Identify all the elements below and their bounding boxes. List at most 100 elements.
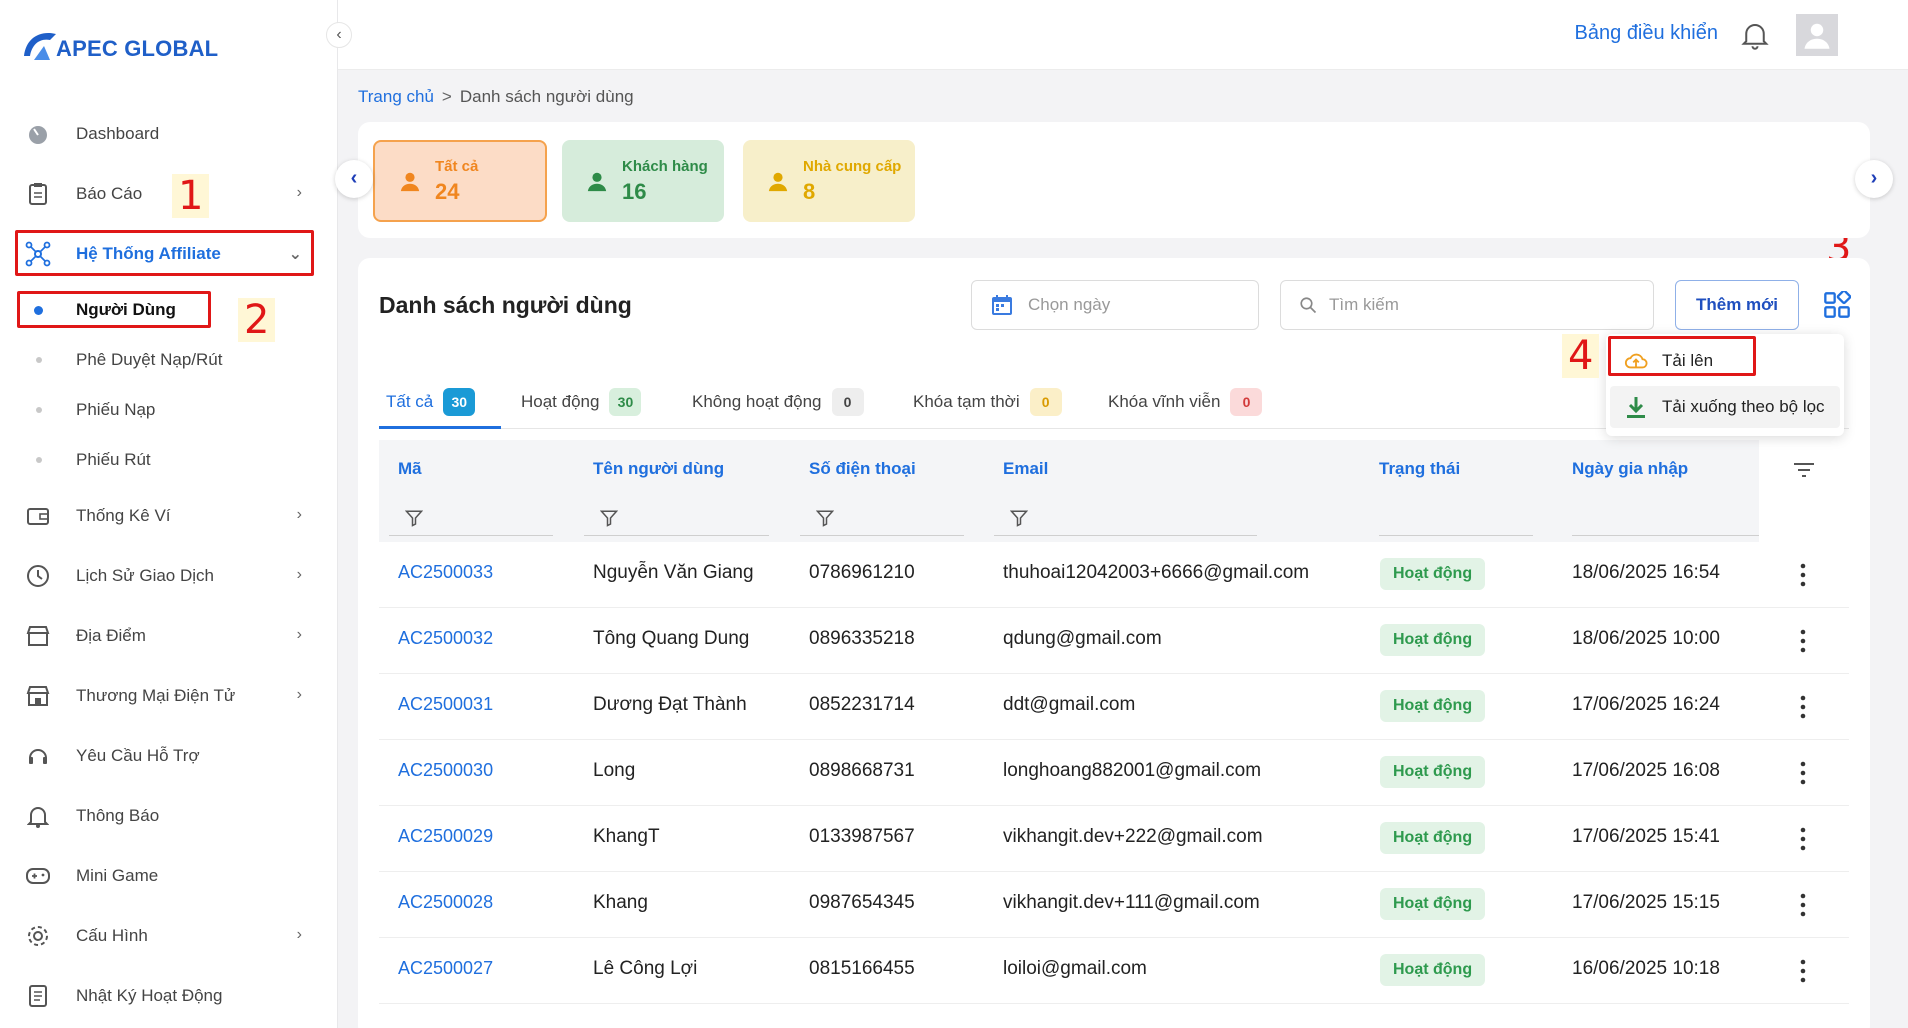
collapse-sidebar-button[interactable]: ‹ — [326, 22, 352, 48]
tab-label: Khóa vĩnh viễn — [1108, 392, 1221, 411]
cell-code[interactable]: AC2500031 — [398, 694, 493, 715]
download-filtered-menu-item[interactable]: Tải xuống theo bộ lọc — [1610, 386, 1840, 428]
summary-card-all[interactable]: Tất cả 24 — [373, 140, 547, 222]
cell-code[interactable]: AC2500029 — [398, 826, 493, 847]
sidebar-item-lich-su-giao-dich[interactable]: Lịch Sử Giao Dịch › — [16, 554, 312, 598]
row-menu-icon[interactable] — [1793, 958, 1813, 984]
chevron-down-icon: ⌄ — [288, 246, 302, 263]
cell-code[interactable]: AC2500033 — [398, 562, 493, 583]
tab-active[interactable]: Hoạt động 30 — [521, 376, 642, 428]
row-menu-icon[interactable] — [1793, 562, 1813, 588]
sidebar-item-label: Thương Mại Điện Tử — [76, 686, 236, 705]
sidebar-item-he-thong-affiliate[interactable]: Hệ Thống Affiliate ⌄ — [16, 232, 312, 276]
status-badge: Hoạt động — [1380, 954, 1486, 986]
table-row[interactable]: AC2500031 Dương Đạt Thành 0852231714 ddt… — [379, 674, 1849, 740]
avatar[interactable] — [1796, 14, 1838, 56]
breadcrumb-home[interactable]: Trang chủ — [358, 87, 434, 106]
table-row[interactable]: AC2500033 Nguyễn Văn Giang 0786961210 th… — [379, 542, 1849, 608]
summary-card-value: 24 — [435, 178, 460, 204]
column-header-name[interactable]: Tên người dùng — [593, 459, 724, 479]
chevron-right-icon: › — [296, 184, 302, 201]
cell-joined: 16/06/2025 10:18 — [1572, 958, 1720, 979]
table-row[interactable]: AC2500032 Tông Quang Dung 0896335218 qdu… — [379, 608, 1849, 674]
cell-email: longhoang882001@gmail.com — [1003, 760, 1262, 781]
filter-name[interactable] — [584, 500, 769, 536]
add-new-button[interactable]: Thêm mới — [1675, 280, 1799, 330]
status-badge: Hoạt động — [1380, 624, 1486, 656]
table-row[interactable]: AC2500028 Khang 0987654345 vikhangit.dev… — [379, 872, 1849, 938]
sidebar-subitem-phieu-rut[interactable]: Phiếu Rút — [16, 442, 312, 478]
tab-inactive[interactable]: Không hoạt động 0 — [692, 376, 864, 428]
summary-card-customers[interactable]: Khách hàng 16 — [562, 140, 724, 222]
cell-code[interactable]: AC2500032 — [398, 628, 493, 649]
sidebar-item-label: Thông Báo — [76, 806, 160, 825]
table-row[interactable]: AC2500030 Long 0898668731 longhoang88200… — [379, 740, 1849, 806]
column-header-status[interactable]: Trạng thái — [1379, 459, 1460, 479]
sidebar-item-dashboard[interactable]: Dashboard — [16, 112, 312, 156]
cell-code[interactable]: AC2500030 — [398, 760, 493, 781]
sidebar-item-mini-game[interactable]: Mini Game — [16, 854, 312, 898]
notification-bell-icon[interactable] — [1740, 20, 1770, 50]
sidebar-item-bao-cao[interactable]: Báo Cáo › — [16, 172, 312, 216]
table-row[interactable]: AC2500027 Lê Công Lợi 0815166455 loiloi@… — [379, 938, 1849, 1004]
cell-name: Dương Đạt Thành — [593, 694, 747, 715]
cell-code[interactable]: AC2500028 — [398, 892, 493, 913]
grid-icon — [1824, 291, 1851, 318]
cell-phone: 0133987567 — [809, 826, 915, 847]
cell-joined: 18/06/2025 10:00 — [1572, 628, 1720, 649]
sidebar-item-cau-hinh[interactable]: Cấu Hình › — [16, 914, 312, 958]
cell-code[interactable]: AC2500027 — [398, 958, 493, 979]
logo[interactable]: APEC GLOBAL — [20, 26, 218, 66]
shop-icon — [24, 682, 52, 710]
upload-menu-item[interactable]: Tải lên — [1610, 340, 1840, 382]
filter-joined[interactable] — [1572, 500, 1759, 536]
sidebar-item-thuong-mai-dien-tu[interactable]: Thương Mại Điện Tử › — [16, 674, 312, 718]
sidebar-item-thong-bao[interactable]: Thông Báo — [16, 794, 312, 838]
filter-phone[interactable] — [800, 500, 964, 536]
row-menu-icon[interactable] — [1793, 826, 1813, 852]
scroll-left-button[interactable]: ‹ — [335, 160, 373, 198]
table-row[interactable]: AC2500029 KhangT 0133987567 vikhangit.de… — [379, 806, 1849, 872]
bullet-icon — [36, 357, 42, 363]
sidebar-item-dia-diem[interactable]: Địa Điểm › — [16, 614, 312, 658]
status-badge: Hoạt động — [1380, 690, 1486, 722]
summary-card-label: Tất cả — [435, 157, 479, 175]
column-header-joined[interactable]: Ngày gia nhập — [1572, 459, 1688, 479]
sidebar-item-nhat-ky-hoat-dong[interactable]: Nhật Ký Hoạt Động — [16, 974, 312, 1018]
sidebar-item-thong-ke-vi[interactable]: Thống Kê Ví › — [16, 494, 312, 538]
cell-phone: 0987654345 — [809, 892, 915, 913]
sidebar-item-label: Địa Điểm — [76, 626, 146, 645]
annotation-number-1: 1 — [172, 174, 210, 218]
wallet-icon — [24, 502, 52, 530]
column-header-phone[interactable]: Số điện thoại — [809, 459, 916, 479]
sidebar-item-label: Nhật Ký Hoạt Động — [76, 986, 223, 1005]
tab-temporarily-locked[interactable]: Khóa tạm thời 0 — [913, 376, 1062, 428]
sidebar-item-label: Mini Game — [76, 866, 159, 885]
summary-card-suppliers[interactable]: Nhà cung cấp 8 — [743, 140, 915, 222]
sidebar-subitem-phieu-nap[interactable]: Phiếu Nạp — [16, 392, 312, 428]
column-settings-icon[interactable] — [1792, 458, 1816, 482]
scroll-right-button[interactable]: › — [1855, 160, 1893, 198]
filter-code[interactable] — [389, 500, 553, 536]
tab-permanently-locked[interactable]: Khóa vĩnh viễn 0 — [1108, 376, 1263, 428]
filter-email[interactable] — [994, 500, 1257, 536]
date-picker-input[interactable]: Chọn ngày — [971, 280, 1259, 330]
more-actions-button[interactable] — [1814, 284, 1860, 326]
sidebar-subitem-label: Phê Duyệt Nạp/Rút — [76, 350, 223, 369]
column-header-email[interactable]: Email — [1003, 459, 1048, 479]
row-menu-icon[interactable] — [1793, 892, 1813, 918]
row-menu-icon[interactable] — [1793, 628, 1813, 654]
breadcrumb-current: Danh sách người dùng — [459, 87, 634, 106]
sidebar-subitem-phe-duyet[interactable]: Phê Duyệt Nạp/Rút — [16, 342, 312, 378]
row-menu-icon[interactable] — [1793, 760, 1813, 786]
cell-email: vikhangit.dev+222@gmail.com — [1003, 826, 1263, 847]
tab-all[interactable]: Tất cả 30 — [386, 376, 476, 428]
column-header-code[interactable]: Mã — [398, 459, 422, 479]
row-menu-icon[interactable] — [1793, 694, 1813, 720]
cell-joined: 17/06/2025 15:41 — [1572, 826, 1720, 847]
sidebar-item-yeu-cau-ho-tro[interactable]: Yêu Cầu Hỗ Trợ — [16, 734, 312, 778]
filter-status[interactable] — [1379, 500, 1533, 536]
dashboard-link[interactable]: Bảng điều khiển — [1575, 22, 1718, 45]
search-input[interactable]: Tìm kiếm — [1280, 280, 1654, 330]
top-bar: Bảng điều khiển — [338, 0, 1908, 70]
